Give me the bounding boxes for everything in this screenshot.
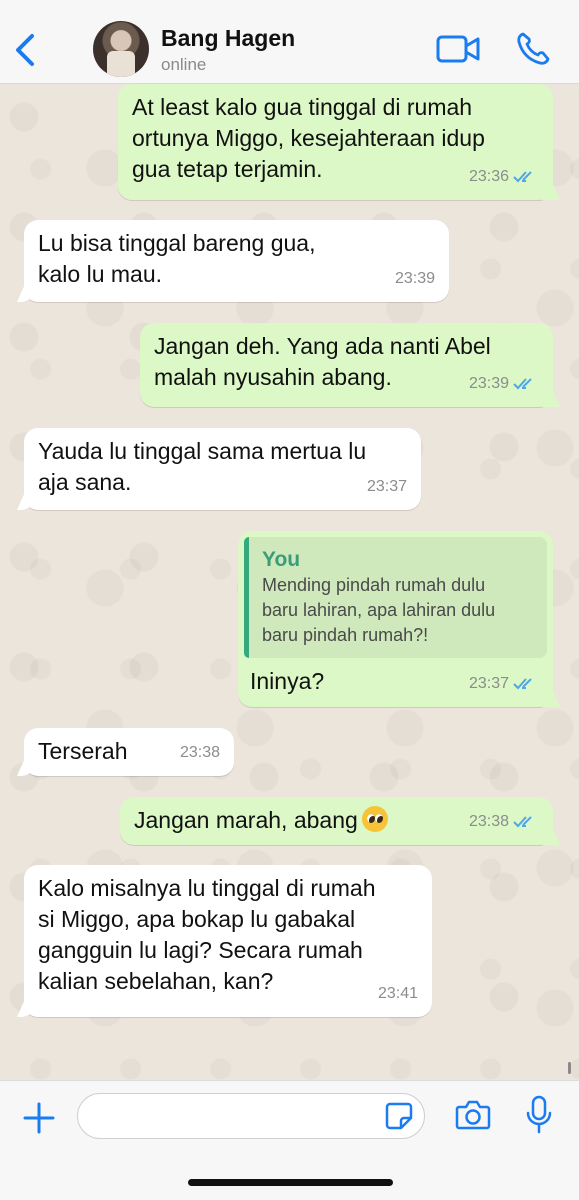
message-time: 23:41	[377, 985, 418, 1002]
message-bubble-outgoing[interactable]: Jangan deh. Yang ada nanti Abel malah ny…	[140, 323, 553, 407]
message-text: Jangan marah, abang	[134, 807, 358, 833]
message-bubble-outgoing-reply[interactable]: You Mending pindah rumah dulu baru lahir…	[238, 531, 553, 707]
scroll-indicator[interactable]	[568, 1062, 571, 1074]
message-bubble-incoming[interactable]: Terserah 23:38	[24, 728, 234, 776]
microphone-icon[interactable]	[526, 1095, 552, 1135]
chat-header: Bang Hagen online	[0, 0, 579, 84]
message-time: 23:37	[366, 478, 407, 495]
sticker-icon[interactable]	[384, 1101, 414, 1131]
message-time: 23:38	[179, 744, 220, 761]
phone-icon[interactable]	[515, 31, 551, 67]
message-time: 23:36	[468, 168, 509, 185]
message-input[interactable]	[77, 1093, 425, 1139]
quoted-author: You	[262, 548, 301, 571]
message-bubble-incoming[interactable]: Lu bisa tinggal bareng gua, kalo lu mau.…	[24, 220, 449, 302]
contact-name[interactable]: Bang Hagen	[161, 25, 295, 52]
message-time: 23:38	[468, 813, 509, 830]
double-check-read-icon	[513, 170, 532, 182]
message-bubble-outgoing[interactable]: At least kalo gua tinggal di rumah ortun…	[118, 84, 553, 200]
contact-status: online	[161, 55, 207, 74]
plus-icon[interactable]	[22, 1101, 56, 1135]
message-text: Kalo misalnya lu tinggal di rumah si Mig…	[38, 875, 376, 994]
double-check-read-icon	[513, 677, 532, 689]
message-bubble-outgoing[interactable]: Jangan marah, abang 23:38	[120, 797, 553, 845]
avatar[interactable]	[93, 21, 149, 77]
message-bubble-incoming[interactable]: Yauda lu tinggal sama mertua lu aja sana…	[24, 428, 421, 510]
message-time: 23:39	[468, 375, 509, 392]
video-camera-icon[interactable]	[436, 33, 480, 65]
message-time: 23:37	[468, 675, 509, 692]
double-check-read-icon	[513, 377, 532, 389]
camera-icon[interactable]	[455, 1099, 491, 1131]
quoted-message[interactable]: You Mending pindah rumah dulu baru lahir…	[244, 537, 547, 658]
message-text: Lu bisa tinggal bareng gua, kalo lu mau.	[38, 230, 316, 287]
quoted-text: Mending pindah rumah dulu baru lahiran, …	[262, 575, 496, 645]
double-check-read-icon	[513, 815, 532, 827]
chevron-left-icon[interactable]	[10, 30, 40, 70]
message-time: 23:39	[394, 270, 435, 287]
message-text: Yauda lu tinggal sama mertua lu aja sana…	[38, 438, 367, 495]
message-bubble-incoming[interactable]: Kalo misalnya lu tinggal di rumah si Mig…	[24, 865, 432, 1017]
pleading-face-emoji-icon	[361, 806, 388, 832]
home-indicator[interactable]	[188, 1179, 393, 1186]
